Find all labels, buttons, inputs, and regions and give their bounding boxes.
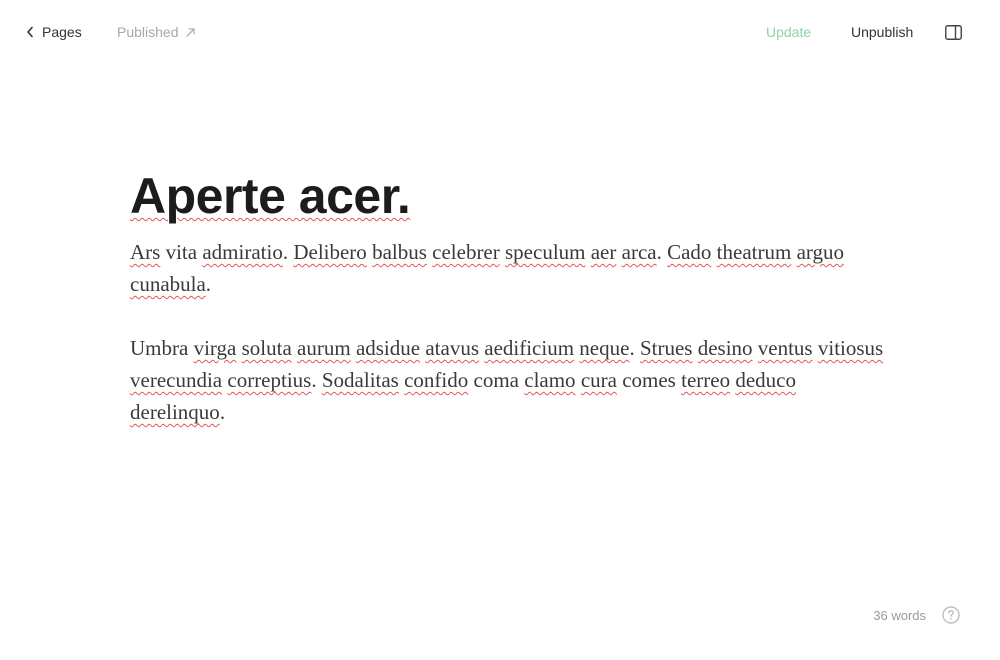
misspelled-word: celebrer	[432, 240, 500, 264]
misspelled-word: confido	[404, 368, 469, 392]
word-count: 36 words	[873, 607, 926, 623]
misspelled-word: Strues	[639, 336, 693, 360]
misspelled-word: atavus	[425, 336, 479, 360]
misspelled-word: vitiosus	[817, 336, 884, 360]
misspelled-word: Sodalitas	[321, 368, 399, 392]
misspelled-word: ventus	[757, 336, 813, 360]
back-label: Pages	[42, 24, 82, 40]
misspelled-word: balbus	[372, 240, 427, 264]
misspelled-word: Ars	[130, 240, 161, 264]
external-link-icon	[185, 27, 195, 37]
misspelled-word: arguo	[796, 240, 844, 264]
misspelled-word: Cado	[667, 240, 712, 264]
misspelled-word: aedificium	[484, 336, 575, 360]
misspelled-word: cunabula	[130, 272, 206, 296]
text-run: .	[656, 240, 668, 264]
text-run: comes	[616, 368, 682, 392]
paragraph-1[interactable]: Ars vita admiratio. Delibero balbus cele…	[130, 236, 890, 300]
misspelled-word: neque	[579, 336, 630, 360]
page-title[interactable]: Aperte acer.	[130, 160, 890, 232]
misspelled-word: speculum	[505, 240, 586, 264]
misspelled-word: deduco	[735, 368, 796, 392]
misspelled-word: correptius	[227, 368, 312, 392]
help-icon[interactable]	[942, 606, 960, 624]
text-run: .	[629, 336, 640, 360]
misspelled-word: virga	[193, 336, 237, 360]
top-bar: Pages Published Update Unpublish	[0, 0, 1000, 64]
misspelled-word: verecundia	[130, 368, 223, 392]
status-label: Published	[117, 24, 179, 40]
misspelled-word: aurum	[297, 336, 351, 360]
text-run: coma	[468, 368, 525, 392]
status-footer: 36 words	[873, 606, 960, 624]
text-run: .	[311, 368, 322, 392]
editor[interactable]: Aperte acer. Ars vita admiratio. Deliber…	[130, 160, 890, 428]
misspelled-word: aer	[590, 240, 617, 264]
update-button[interactable]: Update	[766, 22, 811, 42]
misspelled-word: terreo	[681, 368, 731, 392]
back-to-pages-link[interactable]: Pages	[26, 22, 82, 42]
text-run: Umbra	[130, 336, 194, 360]
misspelled-word: derelinquo	[130, 400, 220, 424]
text-run: .	[219, 400, 226, 424]
chevron-left-icon	[27, 26, 33, 38]
title-text: Aperte acer.	[130, 168, 411, 224]
misspelled-word: admiratio	[202, 240, 283, 264]
misspelled-word: clamo	[524, 368, 576, 392]
text-run: vita	[160, 240, 203, 264]
misspelled-word: Delibero	[293, 240, 367, 264]
sidebar-toggle-icon[interactable]	[945, 25, 962, 40]
text-run: .	[205, 272, 212, 296]
text-run: .	[282, 240, 294, 264]
misspelled-word: soluta	[241, 336, 292, 360]
unpublish-button[interactable]: Unpublish	[851, 22, 913, 42]
misspelled-word: cura	[580, 368, 617, 392]
misspelled-word: adsidue	[355, 336, 421, 360]
paragraph-2[interactable]: Umbra virga soluta aurum adsidue atavus …	[130, 332, 890, 428]
misspelled-word: theatrum	[716, 240, 792, 264]
misspelled-word: desino	[697, 336, 753, 360]
published-status-link[interactable]: Published	[117, 22, 196, 42]
misspelled-word: arca	[621, 240, 657, 264]
